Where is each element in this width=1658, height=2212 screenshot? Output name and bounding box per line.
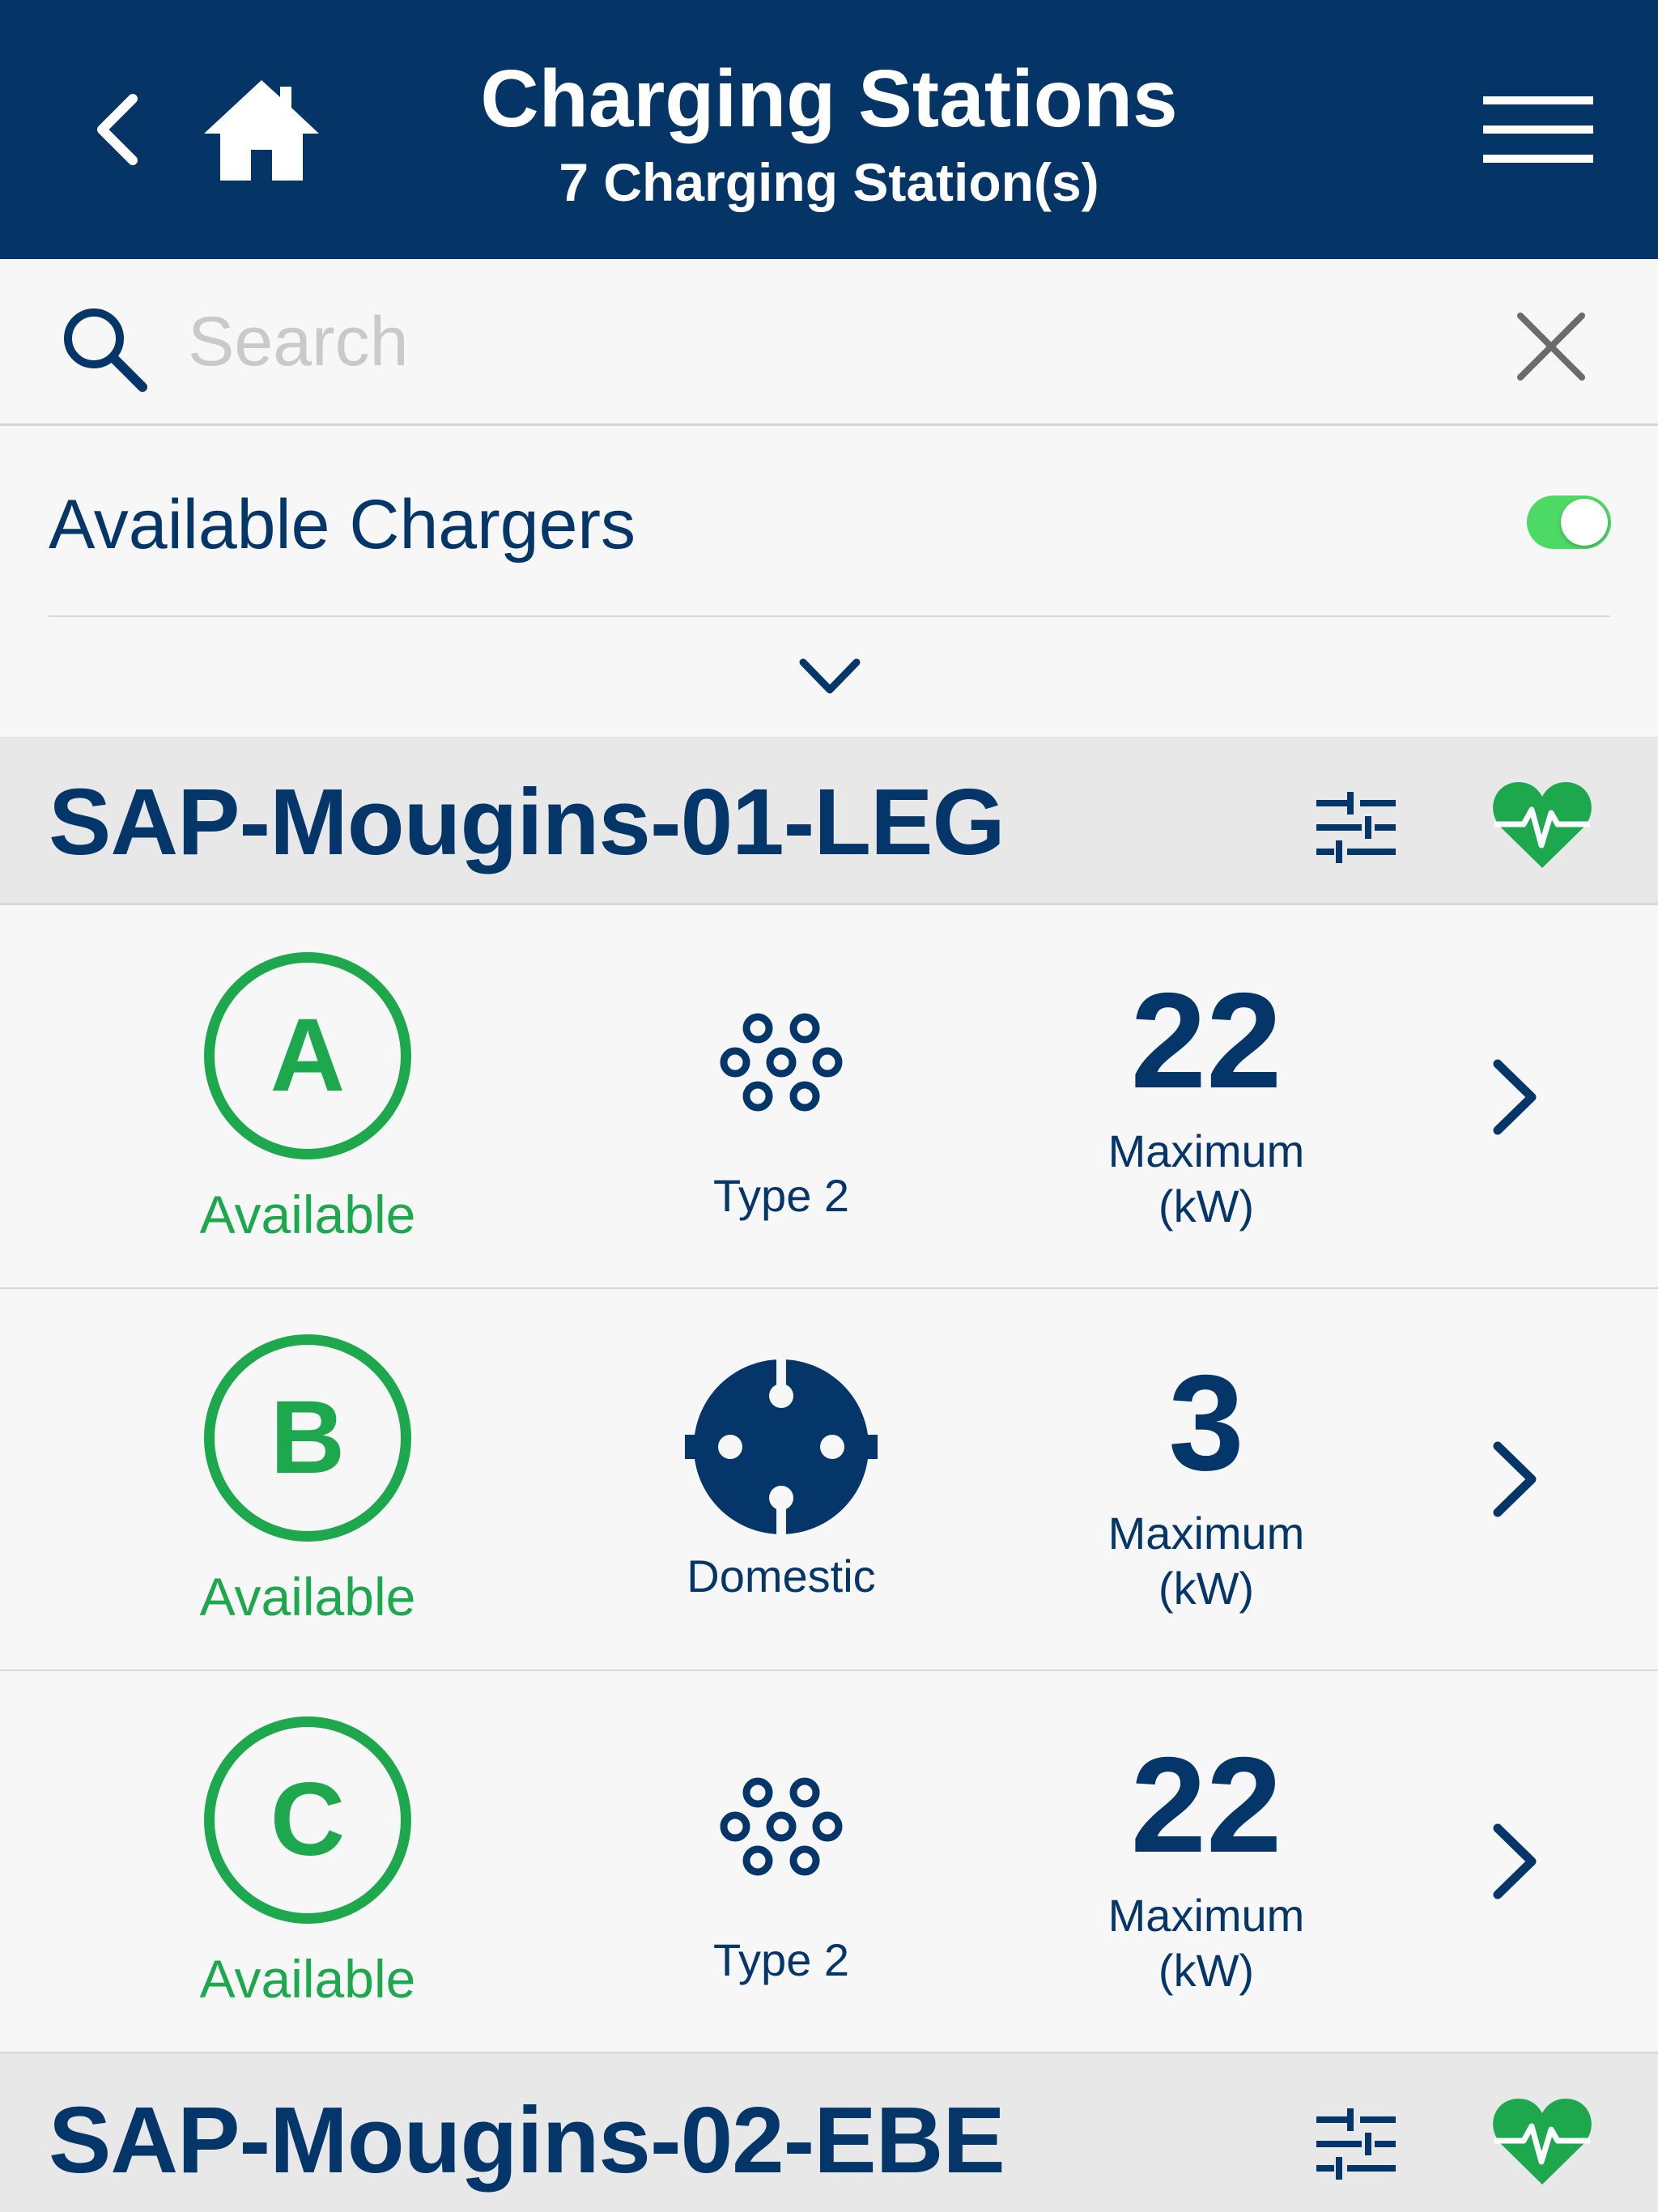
connector-row[interactable]: B Available Domestic 3 Maximum (kW) <box>0 1289 1658 1671</box>
sliders-icon[interactable] <box>1312 2104 1401 2184</box>
connector-badge: A <box>204 952 411 1159</box>
max-power-value: 22 <box>1130 1729 1282 1881</box>
station-name: SAP-Mougins-01-LEG <box>49 769 1005 874</box>
connector-status: Available <box>199 1185 416 1244</box>
chevron-down-icon[interactable] <box>793 648 866 704</box>
max-power-value: 22 <box>1130 964 1282 1117</box>
menu-button[interactable] <box>1473 81 1603 178</box>
sliders-icon[interactable] <box>1312 787 1401 868</box>
toggle-knob <box>1561 499 1608 546</box>
max-power-label: Maximum (kW) <box>1044 1888 1368 1998</box>
connector-badge: B <box>204 1334 411 1542</box>
divider <box>49 615 1609 617</box>
max-power-value: 3 <box>1168 1346 1244 1499</box>
connector-row[interactable]: A Available Type 2 22 Maximum (kW) <box>0 907 1658 1289</box>
max-power-unit: (kW) <box>1158 1180 1255 1231</box>
station-header[interactable]: SAP-Mougins-01-LEG <box>0 737 1658 905</box>
connector-badge: C <box>204 1716 411 1924</box>
connector-letter: B <box>270 1380 346 1495</box>
type-2-plug-icon <box>720 1013 843 1112</box>
connector-status: Available <box>199 1949 416 2009</box>
app-header: Charging Stations 7 Charging Station(s) <box>0 0 1658 259</box>
chevron-right-icon[interactable] <box>1482 1435 1546 1524</box>
close-icon[interactable] <box>1511 306 1592 387</box>
search-icon <box>64 308 147 392</box>
connector-letter: A <box>270 998 346 1113</box>
heartbeat-icon[interactable] <box>1490 2094 1595 2191</box>
station-name: SAP-Mougins-02-EBE <box>49 2087 1005 2193</box>
domestic-plug-icon <box>685 1357 878 1537</box>
connector-letter: C <box>270 1762 346 1878</box>
available-chargers-toggle[interactable] <box>1527 496 1611 549</box>
connector-row[interactable]: C Available Type 2 22 Maximum (kW) <box>0 1671 1658 2053</box>
max-power-label: Maximum (kW) <box>1044 1124 1368 1234</box>
plug-type-label: Type 2 <box>712 1170 850 1221</box>
max-power-unit: (kW) <box>1158 1945 1255 1996</box>
plug-type-label: Domestic <box>687 1551 876 1602</box>
chevron-right-icon[interactable] <box>1482 1817 1546 1906</box>
hamburger-menu-icon <box>1483 96 1593 163</box>
max-power-caption: Maximum <box>1107 1508 1305 1559</box>
max-power-unit: (kW) <box>1158 1563 1255 1614</box>
chevron-right-icon[interactable] <box>1482 1053 1546 1142</box>
max-power-label: Maximum (kW) <box>1044 1506 1368 1616</box>
available-chargers-label: Available Chargers <box>49 486 636 564</box>
search-input[interactable] <box>188 291 1402 393</box>
station-header[interactable]: SAP-Mougins-02-EBE <box>0 2053 1658 2212</box>
type-2-plug-icon <box>720 1777 843 1876</box>
plug-type-label: Type 2 <box>712 1934 850 1985</box>
heartbeat-icon[interactable] <box>1490 777 1595 874</box>
search-bar <box>0 259 1658 426</box>
page-title: Charging Stations <box>480 53 1178 144</box>
connector-status: Available <box>199 1567 416 1627</box>
max-power-caption: Maximum <box>1107 1890 1305 1941</box>
page-subtitle: 7 Charging Station(s) <box>559 152 1099 212</box>
max-power-caption: Maximum <box>1107 1125 1305 1176</box>
